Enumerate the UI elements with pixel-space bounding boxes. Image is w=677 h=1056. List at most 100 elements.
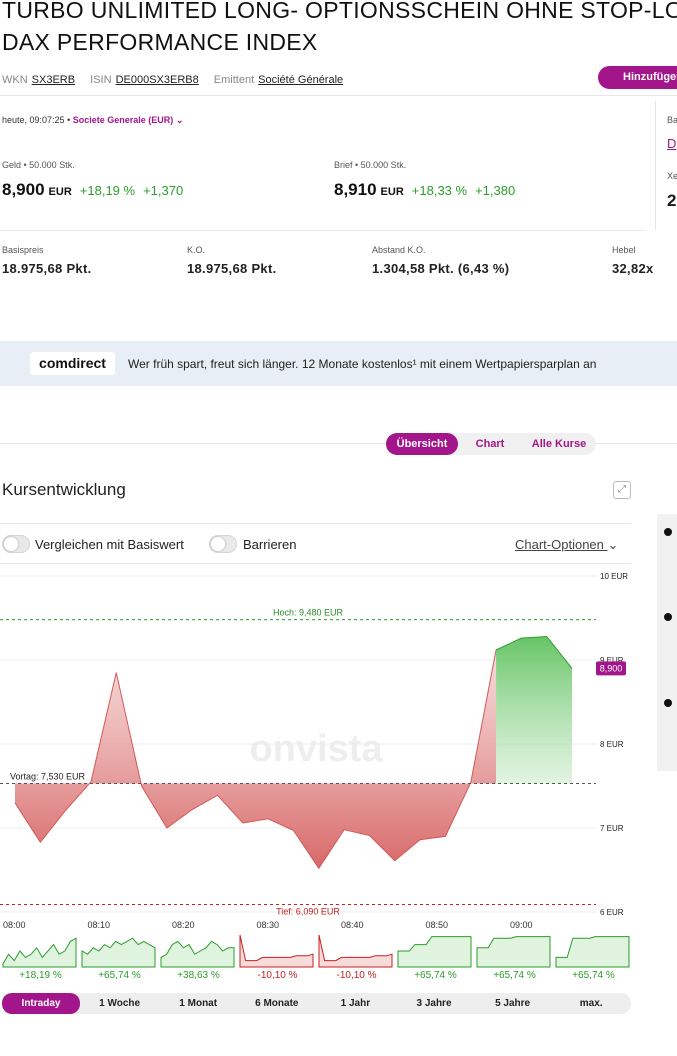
period-change: +65,74 % <box>98 970 141 981</box>
emittent-link[interactable]: Société Générale <box>258 74 343 86</box>
period-sparkline <box>555 936 630 968</box>
divider <box>0 95 677 96</box>
side-panel <box>657 514 677 771</box>
chart-options-label: Chart-Optionen <box>515 537 604 552</box>
divider <box>0 523 631 524</box>
x-tick-label: 08:10 <box>88 920 111 930</box>
ask-change-abs: +1,380 <box>475 183 516 198</box>
quote-timestamp: heute, 09:07:25 <box>2 115 65 125</box>
page-title: TURBO UNLIMITED LONG- OPTIONSSCHEIN OHNE… <box>2 0 677 58</box>
x-tick-label: 08:40 <box>341 920 364 930</box>
title-line-2: DAX PERFORMANCE INDEX <box>2 29 318 55</box>
period-button[interactable]: 1 Jahr <box>316 993 394 1014</box>
bid-price: 8,900 <box>2 180 45 199</box>
chevron-down-icon: ⌄ <box>607 537 619 552</box>
chevron-down-icon: ⌄ <box>175 115 184 125</box>
low-label: Tief: 6,090 EUR <box>276 906 340 916</box>
wkn-link[interactable]: SX3ERB <box>32 74 75 86</box>
separator-dot: • <box>67 115 71 125</box>
period-button[interactable]: 3 Jahre <box>395 993 473 1014</box>
identifier-row: WKN SX3ERB ISIN DE000SX3ERB8 Emittent Socié… <box>2 74 355 86</box>
comdirect-logo: comdirect <box>30 352 115 375</box>
keyfact-label: K.O. <box>187 245 206 255</box>
ask-quote: 8,910 EUR +18,33 % +1,380 <box>334 180 515 200</box>
price-chart[interactable]: onvista Vortag: 7,530 EUR Hoch: 9,480 EU… <box>0 564 640 932</box>
title-line-1: TURBO UNLIMITED LONG- OPTIONSSCHEIN OHNE… <box>2 0 677 23</box>
section-title: Kursentwicklung <box>2 480 126 499</box>
add-watchlist-button[interactable]: Hinzufügen <box>598 66 677 89</box>
side-label-1: Ba <box>667 115 677 125</box>
banner-text: Wer früh spart, freut sich länger. 12 Mo… <box>128 357 597 371</box>
bid-currency: EUR <box>48 186 72 198</box>
x-tick-label: 08:00 <box>3 920 26 930</box>
ask-price: 8,910 <box>334 180 377 199</box>
exchange-selector[interactable]: Societe Generale (EUR) ⌄ <box>73 115 184 125</box>
period-sparkline <box>81 937 156 968</box>
add-button-label: Hinzufügen <box>623 71 677 83</box>
keyfact-label: Hebel <box>612 245 636 255</box>
section-tabs: Übersicht Chart Alle Kurse <box>386 433 596 455</box>
side-label-2: Xe <box>667 171 677 181</box>
keyfact-label: Basispreis <box>2 245 44 255</box>
keyfact-label: Abstand K.O. <box>372 245 426 255</box>
period-sparkline <box>397 936 472 968</box>
y-axis: 10 EUR9 EUR8 EUR7 EUR6 EUR <box>600 572 628 917</box>
period-button[interactable]: Intraday <box>2 993 80 1014</box>
x-tick-label: 08:50 <box>426 920 449 930</box>
ask-label: Brief • 50.000 Stk. <box>334 160 407 170</box>
chart-options-link[interactable]: Chart-Optionen ⌄ <box>515 537 618 553</box>
bid-label: Geld • 50.000 Stk. <box>2 160 75 170</box>
wkn-label: WKN <box>2 74 28 86</box>
exchange-label: Societe Generale (EUR) <box>72 115 174 125</box>
period-sparkline <box>160 940 235 968</box>
period-sparklines <box>2 934 630 968</box>
x-axis: 08:00 08:10 08:20 08:30 08:40 08:50 09:00 <box>3 920 533 930</box>
ask-currency: EUR <box>380 186 404 198</box>
period-button[interactable]: 6 Monate <box>238 993 316 1014</box>
pin-icon[interactable] <box>664 699 672 707</box>
pin-icon[interactable] <box>664 528 672 536</box>
prev-close-label: Vortag: 7,530 EUR <box>10 771 86 781</box>
period-button[interactable]: 1 Monat <box>159 993 237 1014</box>
period-button[interactable]: 5 Jahre <box>474 993 552 1014</box>
divider <box>0 230 645 231</box>
barriers-toggle[interactable] <box>209 535 237 553</box>
period-change: +38,63 % <box>177 970 220 981</box>
gain-area <box>496 636 572 784</box>
period-sparkline <box>239 934 314 968</box>
tab-chart[interactable]: Chart <box>462 433 518 455</box>
period-sparkline <box>2 937 77 968</box>
side-link[interactable]: D <box>667 136 676 151</box>
y-tick-label: 10 EUR <box>600 572 628 581</box>
x-tick-label: 08:30 <box>257 920 280 930</box>
x-tick-label: 09:00 <box>510 920 533 930</box>
bid-change-abs: +1,370 <box>143 183 184 198</box>
keyfact-value: 1.304,58 Pkt. (6,43 %) <box>372 261 510 276</box>
period-change: -10,10 % <box>257 970 298 981</box>
tab-overview[interactable]: Übersicht <box>386 433 458 455</box>
period-button[interactable]: 1 Woche <box>81 993 159 1014</box>
period-sparkline <box>318 934 393 968</box>
bid-change-pct: +18,19 % <box>79 183 136 198</box>
expand-icon[interactable]: ⤢ <box>613 481 631 499</box>
period-change: +18,19 % <box>19 970 62 981</box>
compare-toggle-label: Vergleichen mit Basiswert <box>35 537 184 552</box>
ask-change-pct: +18,33 % <box>411 183 468 198</box>
side-card: Ba D Xe 2 <box>655 101 677 230</box>
tab-all-quotes[interactable]: Alle Kurse <box>522 433 596 455</box>
emittent-label: Emittent <box>213 74 255 86</box>
chart-watermark: onvista <box>249 728 383 770</box>
isin-link[interactable]: DE000SX3ERB8 <box>116 74 199 86</box>
period-change: +65,74 % <box>493 970 536 981</box>
keyfact-value: 18.975,68 Pkt. <box>2 261 92 276</box>
period-sparkline <box>476 936 551 968</box>
period-change: -10,10 % <box>336 970 377 981</box>
period-changes: +18,19 % +65,74 % +38,63 % -10,10 % -10,10 %… <box>2 970 631 984</box>
keyfact-value: 32,82x <box>612 261 654 276</box>
pin-icon[interactable] <box>664 613 672 621</box>
high-label: Hoch: 9,480 EUR <box>273 608 344 618</box>
period-selector: Intraday 1 Woche 1 Monat 6 Monate 1 Jahr 3 Ja… <box>2 993 631 1014</box>
y-tick-label: 8 EUR <box>600 740 624 749</box>
compare-toggle[interactable] <box>2 535 30 553</box>
period-button[interactable]: max. <box>552 993 630 1014</box>
